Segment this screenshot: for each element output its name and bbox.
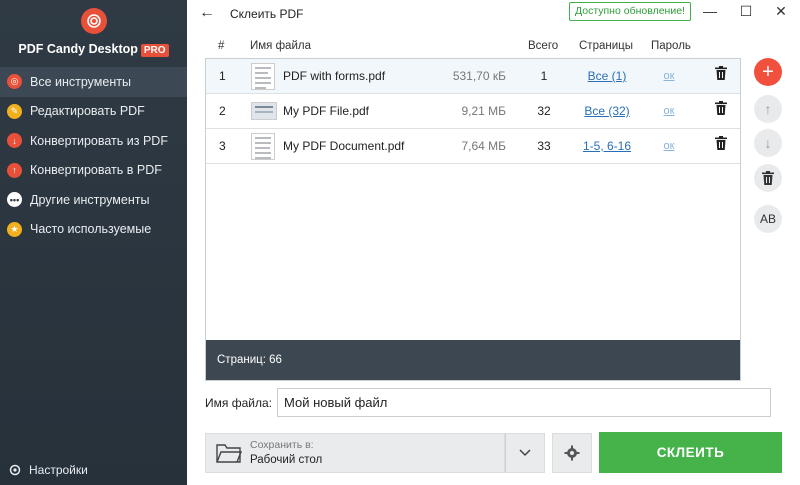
page-total: 32 (537, 104, 551, 118)
arrow-up-icon: ↑ (764, 101, 772, 117)
arrow-down-icon: ↓ (764, 135, 772, 151)
candy-icon: ◎ (7, 74, 22, 90)
page-range-link[interactable]: Все (32) (572, 94, 642, 129)
app-name: PDF Candy Desktop (18, 42, 138, 56)
table-row[interactable]: 2 My PDF File.pdf 9,21 МБ 32 Все (32) ок (206, 94, 740, 129)
top-bar: ← Склеить PDF Доступно обновление! — ☐ ✕ (187, 0, 800, 26)
file-size: 9,21 МБ (461, 104, 506, 118)
merge-button[interactable]: СКЛЕИТЬ (599, 432, 782, 473)
plus-icon: + (762, 60, 774, 83)
back-arrow-icon[interactable]: ← (199, 4, 215, 22)
sidebar-item-label: Конвертировать в PDF (30, 163, 162, 178)
trash-icon[interactable] (711, 129, 731, 164)
trash-icon[interactable] (711, 59, 731, 94)
table-row[interactable]: 3 My PDF Document.pdf 7,64 МБ 33 1-5, 6-… (206, 129, 740, 164)
sidebar-item-label: Все инструменты (30, 74, 131, 89)
table-header: # Имя файла Всего Страницы Пароль (205, 38, 741, 56)
page-total: 33 (537, 139, 551, 153)
pro-badge: PRO (140, 44, 169, 57)
sidebar-item-label: Редактировать PDF (30, 104, 145, 119)
sort-button[interactable]: AB (754, 205, 782, 233)
sidebar-item-frequently-used[interactable]: ★ Часто используемые (0, 215, 187, 245)
move-up-button[interactable]: ↑ (754, 95, 782, 123)
file-size: 7,64 МБ (461, 139, 506, 153)
sidebar: PDF Candy Desktop PRO ◎ Все инструменты ✎… (0, 0, 187, 485)
sidebar-item-label: Конвертировать из PDF (30, 133, 168, 148)
file-name: PDF with forms.pdf (283, 69, 386, 83)
row-number: 3 (219, 139, 226, 153)
more-icon: ••• (7, 192, 22, 208)
file-thumbnail (251, 102, 277, 120)
sidebar-nav: ◎ Все инструменты ✎ Редактировать PDF ↓ … (0, 67, 187, 244)
row-number: 2 (219, 104, 226, 118)
filename-input[interactable] (277, 388, 771, 417)
file-name: My PDF File.pdf (283, 104, 370, 118)
app-header: PDF Candy Desktop PRO (0, 8, 187, 57)
sidebar-item-convert-to-pdf[interactable]: ↑ Конвертировать в PDF (0, 156, 187, 186)
page-count: Страниц: 66 (217, 354, 282, 366)
file-table: 1 PDF with forms.pdf 531,70 кБ 1 Все (1)… (205, 58, 741, 381)
file-thumbnail (251, 133, 275, 160)
file-thumbnail (251, 63, 275, 90)
col-password: Пароль (651, 40, 691, 52)
table-row[interactable]: 1 PDF with forms.pdf 531,70 кБ 1 Все (1)… (206, 59, 740, 94)
save-location-label: Сохранить в: (250, 439, 314, 451)
save-location-selector[interactable]: Сохранить в: Рабочий стол (205, 433, 505, 473)
remove-all-button[interactable] (754, 164, 782, 192)
minimize-icon[interactable]: — (700, 3, 720, 19)
password-link[interactable]: ок (654, 94, 684, 129)
sidebar-item-convert-from-pdf[interactable]: ↓ Конвертировать из PDF (0, 126, 187, 156)
sort-label: AB (759, 212, 776, 226)
chevron-down-icon (519, 449, 531, 457)
file-size: 531,70 кБ (452, 69, 506, 83)
sidebar-item-other-tools[interactable]: ••• Другие инструменты (0, 185, 187, 215)
upload-icon: ↑ (7, 162, 22, 178)
save-location-value: Рабочий стол (250, 454, 323, 466)
page-title: Склеить PDF (230, 7, 304, 21)
page-range-link[interactable]: 1-5, 6-16 (572, 129, 642, 164)
download-icon: ↓ (7, 133, 22, 149)
password-link[interactable]: ок (654, 59, 684, 94)
password-link[interactable]: ок (654, 129, 684, 164)
output-settings-button[interactable] (552, 433, 592, 473)
move-down-button[interactable]: ↓ (754, 129, 782, 157)
col-total: Всего (528, 40, 559, 52)
app-logo-icon (80, 8, 107, 34)
col-number: # (218, 40, 225, 52)
page-total: 1 (540, 69, 548, 83)
close-icon[interactable]: ✕ (771, 3, 791, 20)
page-count-bar: Страниц: 66 (206, 340, 740, 380)
sidebar-item-label: Часто используемые (30, 222, 152, 237)
filename-label: Имя файла: (205, 396, 272, 410)
star-icon: ★ (7, 221, 22, 237)
sidebar-item-edit-pdf[interactable]: ✎ Редактировать PDF (0, 97, 187, 127)
page-range-link[interactable]: Все (1) (572, 59, 642, 94)
trash-icon[interactable] (711, 94, 731, 129)
folder-icon (216, 442, 243, 467)
edit-icon: ✎ (7, 103, 22, 119)
app-title: PDF Candy Desktop PRO (0, 42, 187, 57)
col-pages: Страницы (579, 40, 633, 52)
gear-icon (9, 464, 21, 476)
add-file-button[interactable]: + (754, 58, 782, 86)
col-filename: Имя файла (250, 40, 311, 52)
maximize-icon[interactable]: ☐ (736, 3, 756, 20)
sidebar-item-label: Другие инструменты (30, 192, 150, 207)
gear-icon (564, 445, 580, 461)
settings-label: Настройки (29, 463, 88, 477)
update-available-button[interactable]: Доступно обновление! (569, 2, 691, 21)
file-name: My PDF Document.pdf (283, 139, 405, 153)
row-number: 1 (219, 69, 226, 83)
settings-button[interactable]: Настройки (8, 463, 88, 477)
save-location-dropdown[interactable] (505, 433, 545, 473)
sidebar-item-all-tools[interactable]: ◎ Все инструменты (0, 67, 187, 97)
trash-icon (762, 171, 774, 185)
